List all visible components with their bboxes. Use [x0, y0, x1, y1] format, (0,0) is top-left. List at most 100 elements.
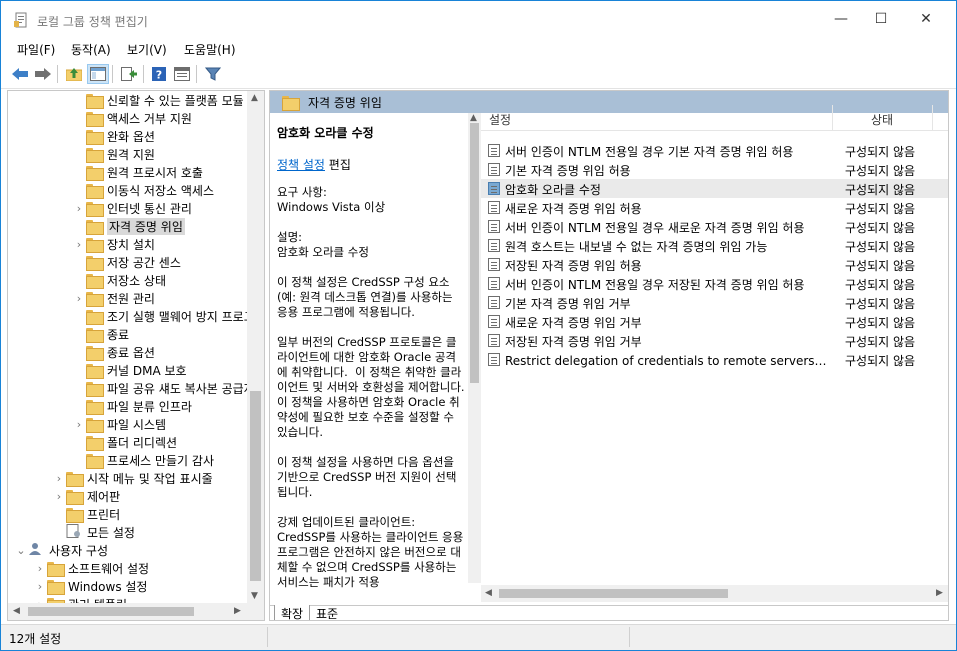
setting-status: 구성되지 않음 [845, 183, 916, 197]
chevron-right-icon[interactable]: › [33, 580, 47, 593]
policy-setting-icon [488, 334, 500, 347]
tree-item[interactable]: 신뢰할 수 있는 플랫폼 모듈 서비스 [72, 91, 264, 109]
tree-item[interactable]: › 제어판 [52, 487, 120, 505]
scroll-left-icon[interactable]: ◀ [485, 588, 492, 598]
menu-view[interactable]: 보기(V) [127, 41, 167, 58]
user-icon [28, 542, 44, 559]
tree-item[interactable]: 액세스 거부 지원 [72, 109, 192, 127]
edit-policy-link[interactable]: 정책 설정 [277, 158, 325, 172]
tree-item[interactable]: › 전원 관리 [72, 289, 155, 307]
column-header-setting[interactable]: 설정 [489, 111, 511, 128]
tree-scroll-thumb[interactable] [250, 391, 261, 581]
tree-item[interactable]: › Windows 설정 [33, 577, 147, 595]
help-icon[interactable]: ? [148, 64, 170, 84]
setting-row[interactable]: 기본 자격 증명 위임 거부 구성되지 않음 [481, 293, 948, 312]
setting-row[interactable]: 새로운 자격 증명 위임 거부 구성되지 않음 [481, 312, 948, 331]
tree-item[interactable]: 종료 옵션 [72, 343, 155, 361]
tree-vertical-scrollbar[interactable]: ▲ ▼ [247, 91, 264, 604]
scroll-right-icon[interactable]: ▶ [234, 606, 241, 616]
tree-item[interactable]: › 파일 시스템 [72, 415, 166, 433]
tree-item[interactable]: 종료 [72, 325, 129, 343]
filter-icon[interactable] [202, 64, 224, 84]
setting-row[interactable]: 암호화 오라클 수정 구성되지 않음 [481, 179, 948, 198]
setting-status: 구성되지 않음 [845, 297, 916, 311]
tree-item[interactable]: 폴더 리디렉션 [72, 433, 177, 451]
tree-item-label: 사용자 구성 [49, 543, 109, 558]
scroll-up-icon[interactable]: ▲ [470, 113, 477, 123]
tree-item[interactable]: 완화 옵션 [72, 127, 155, 145]
scroll-right-icon[interactable]: ▶ [936, 588, 943, 598]
tab-extended[interactable]: 확장 [274, 605, 311, 620]
tree-item[interactable]: › 인터넷 통신 관리 [72, 199, 192, 217]
tree-item[interactable]: 원격 프로시저 호출 [72, 163, 203, 181]
tree-item[interactable]: › 장치 설치 [72, 235, 155, 253]
export-list-icon[interactable] [118, 64, 140, 84]
setting-row[interactable]: 서버 인증이 NTLM 전용일 경우 기본 자격 증명 위임 허용 구성되지 않음 [481, 141, 948, 160]
setting-row[interactable]: 새로운 자격 증명 위임 허용 구성되지 않음 [481, 198, 948, 217]
tree-item[interactable]: 프로세스 만들기 감사 [72, 451, 214, 469]
scroll-up-icon[interactable]: ▲ [251, 93, 258, 103]
description-scroll-thumb[interactable] [470, 123, 479, 383]
menu-help[interactable]: 도움말(H) [184, 41, 236, 58]
setting-name: 새로운 자격 증명 위임 거부 [505, 316, 642, 330]
up-folder-icon[interactable] [63, 64, 85, 84]
properties-icon[interactable] [171, 64, 193, 84]
tree-item[interactable]: ⌄ 사용자 구성 [14, 541, 108, 559]
setting-row[interactable]: Restrict delegation of credentials to re… [481, 350, 948, 369]
chevron-right-icon[interactable]: › [52, 472, 66, 485]
description-title: 암호화 오라클 수정 [277, 126, 374, 140]
setting-name: 기본 자격 증명 위임 거부 [505, 297, 631, 311]
maximize-button[interactable]: ☐ [858, 1, 904, 37]
description-body: 요구 사항: Windows Vista 이상 설명: 암호화 오라클 수정 이… [277, 185, 465, 589]
tree-item[interactable]: 커널 DMA 보호 [72, 361, 187, 379]
forward-icon[interactable] [32, 64, 54, 84]
chevron-right-icon[interactable]: › [72, 202, 86, 215]
chevron-right-icon[interactable]: › [72, 418, 86, 431]
close-button[interactable]: ✕ [903, 1, 949, 37]
back-icon[interactable] [9, 64, 31, 84]
policy-setting-icon [488, 258, 500, 271]
chevron-right-icon[interactable]: › [72, 238, 86, 251]
chevron-right-icon[interactable]: ⌄ [14, 544, 28, 557]
setting-status: 구성되지 않음 [845, 259, 916, 273]
tree-item[interactable]: 저장 공간 센스 [72, 253, 181, 271]
list-horizontal-scrollbar[interactable]: ◀ ▶ [481, 585, 948, 602]
tree-item-label: 종료 옵션 [107, 345, 155, 360]
folder-icon [86, 129, 104, 145]
tree-item[interactable]: 조기 실행 맬웨어 방지 프로그램 [72, 307, 264, 325]
menu-action[interactable]: 동작(A) [71, 41, 111, 58]
tree-item[interactable]: 자격 증명 위임 [72, 217, 185, 235]
scroll-down-icon[interactable]: ▼ [251, 591, 258, 601]
setting-row[interactable]: 원격 호스트는 내보낼 수 없는 자격 증명의 위임 가능 구성되지 않음 [481, 236, 948, 255]
tree-hscroll-thumb[interactable] [28, 607, 194, 616]
tree-item[interactable]: 프린터 [52, 505, 120, 523]
description-scrollbar[interactable]: ▲ [468, 113, 481, 583]
folder-icon [66, 489, 84, 505]
scroll-left-icon[interactable]: ◀ [13, 606, 20, 616]
setting-status: 구성되지 않음 [845, 202, 916, 216]
setting-row[interactable]: 저장된 자격 증명 위임 허용 구성되지 않음 [481, 255, 948, 274]
tree-item[interactable]: 원격 지원 [72, 145, 155, 163]
policy-setting-icon [488, 201, 500, 214]
tree-item[interactable]: › 소프트웨어 설정 [33, 559, 149, 577]
list-hscroll-thumb[interactable] [499, 589, 728, 598]
show-hide-tree-icon[interactable] [87, 64, 109, 84]
tree-item[interactable]: 파일 분류 인프라 [72, 397, 192, 415]
setting-row[interactable]: 기본 자격 증명 위임 허용 구성되지 않음 [481, 160, 948, 179]
tree-item[interactable]: › 시작 메뉴 및 작업 표시줄 [52, 469, 213, 487]
tree-item[interactable]: 저장소 상태 [72, 271, 166, 289]
tree-item[interactable]: 이동식 저장소 액세스 [72, 181, 214, 199]
setting-row[interactable]: 서버 인증이 NTLM 전용일 경우 새로운 자격 증명 위임 허용 구성되지 않… [481, 217, 948, 236]
chevron-right-icon[interactable]: › [33, 562, 47, 575]
setting-row[interactable]: 서버 인증이 NTLM 전용일 경우 저장된 자격 증명 위임 허용 구성되지 않… [481, 274, 948, 293]
chevron-right-icon[interactable]: › [72, 292, 86, 305]
setting-row[interactable]: 저장된 자격 증명 위임 거부 구성되지 않음 [481, 331, 948, 350]
tree-horizontal-scrollbar[interactable]: ◀ ▶ [8, 603, 264, 620]
folder-icon [282, 95, 300, 111]
menu-file[interactable]: 파일(F) [17, 41, 55, 58]
tree-item[interactable]: 파일 공유 섀도 복사본 공급자 [72, 379, 255, 397]
tree-item[interactable]: 모든 설정 [52, 523, 135, 541]
chevron-right-icon[interactable]: › [52, 490, 66, 503]
column-header-status[interactable]: 상태 [871, 111, 893, 128]
tab-standard[interactable]: 표준 [310, 605, 344, 620]
